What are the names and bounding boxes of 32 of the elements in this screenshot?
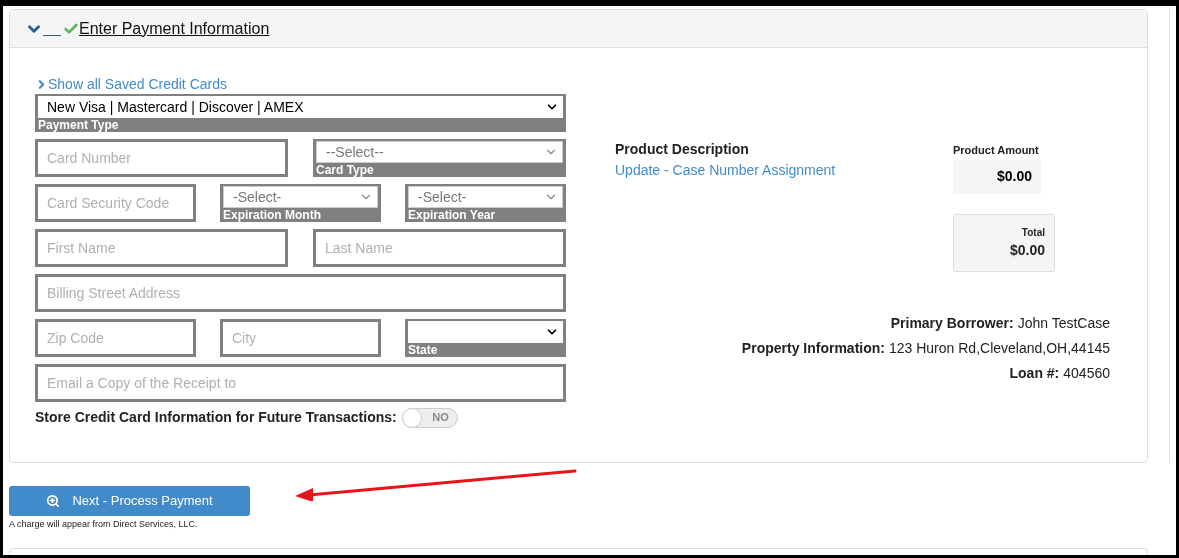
detail-value: John TestCase	[1017, 313, 1110, 333]
select-field[interactable]: State	[405, 319, 566, 357]
charge-note: A charge will appear from Direct Services, LLC.	[9, 518, 199, 531]
product-link[interactable]: Update - Case Number Assignment	[615, 160, 953, 181]
detail-value: 123 Huron Rd,Cleveland,OH,44145	[888, 338, 1110, 358]
select-value: -Select-	[233, 187, 282, 207]
select-value: --Select--	[326, 142, 384, 162]
field-label: Card Type	[316, 163, 375, 177]
detail-label: Property Information:	[741, 338, 885, 358]
toggle-text: NO	[432, 410, 449, 426]
field-label: Expiration Year	[408, 208, 497, 222]
saved-cards-link[interactable]: Show all Saved Credit Cards	[35, 76, 566, 92]
select-value: New Visa | Mastercard | Discover | AMEX	[47, 97, 304, 117]
zoom-in-icon	[46, 494, 61, 508]
store-card-label: Store Credit Card Information for Future Transactions:	[35, 408, 397, 427]
process-payment-button[interactable]: Next - Process Payment	[9, 486, 250, 516]
amount-value: $0.00	[996, 167, 1032, 186]
field-label: State	[408, 343, 439, 357]
detail-value: 404560	[1063, 363, 1110, 383]
select-field[interactable]: New Visa | Mastercard | Discover | AMEX Payment Type	[35, 94, 566, 132]
detail-label: Loan #:	[1009, 363, 1060, 383]
amount-label: Product Amount	[953, 143, 1040, 158]
field-label: Expiration Month	[223, 208, 322, 222]
total-value: $0.00	[1009, 240, 1045, 260]
description-heading: Product Description	[615, 140, 750, 159]
toggle-switch[interactable]: NO	[401, 407, 458, 428]
field-label: Payment Type	[38, 118, 120, 132]
detail-label: Primary Borrower:	[890, 313, 1014, 333]
section-title-link[interactable]: Enter Payment Information	[79, 16, 270, 41]
toggle-knob	[401, 407, 422, 428]
select-value: -Select-	[418, 187, 467, 207]
total-label: Total	[1021, 225, 1045, 240]
